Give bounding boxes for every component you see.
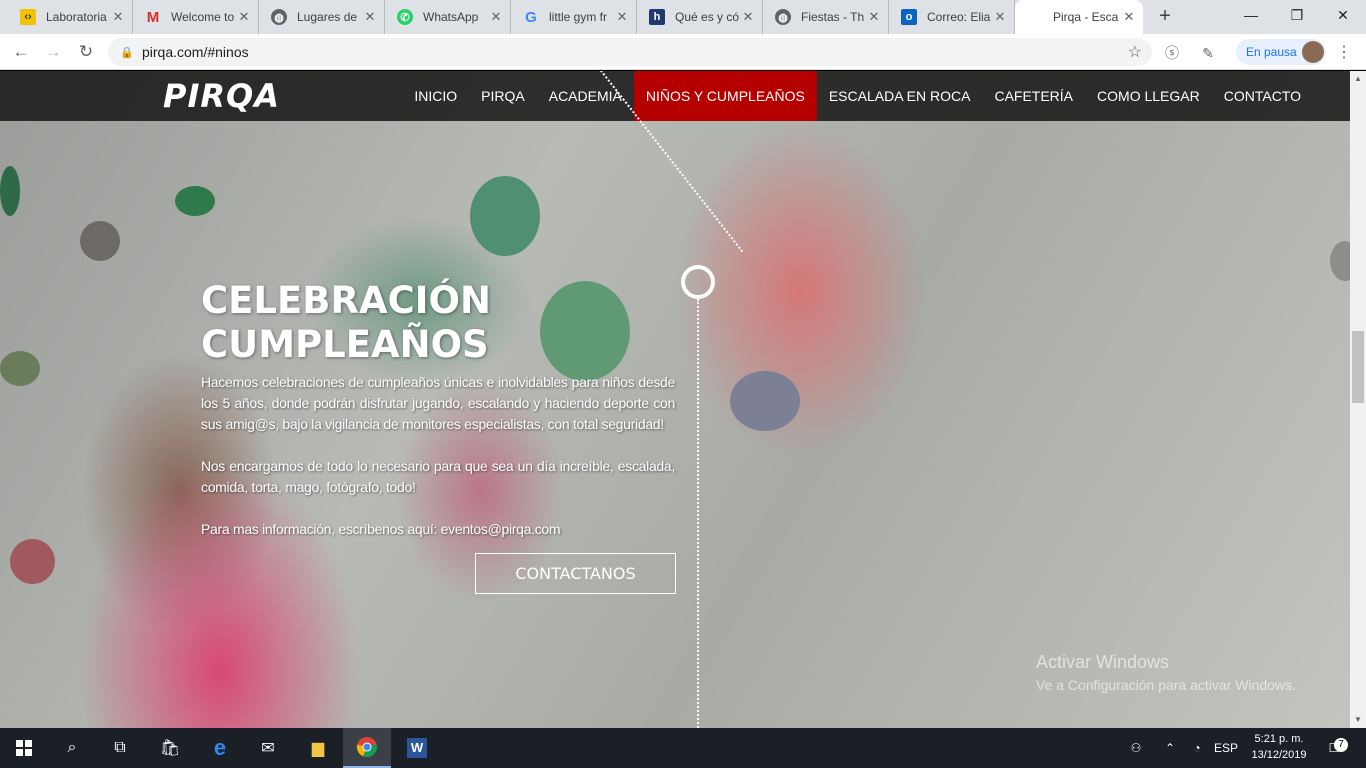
nav-ninos-cumpleanos[interactable]: NIÑOS Y CUMPLEAÑOS	[633, 71, 817, 121]
close-tab-icon[interactable]: ✕	[488, 9, 504, 25]
extension-icon[interactable]: ✎	[1198, 43, 1218, 63]
browser-tab[interactable]: ‹› Laboratoria ✕	[8, 0, 133, 34]
climbing-hold	[175, 186, 215, 216]
climbing-hold	[730, 371, 800, 431]
timeline-dotted-line	[697, 299, 699, 728]
close-tab-icon[interactable]: ✕	[110, 9, 126, 25]
nav-inicio[interactable]: INICIO	[402, 71, 469, 121]
back-arrow-icon[interactable]: ←	[9, 40, 33, 64]
page-viewport: PIRQA INICIO PIRQA ACADEMIA NIÑOS Y CUMP…	[0, 71, 1350, 728]
close-tab-icon[interactable]: ✕	[740, 9, 756, 25]
nav-cafeteria[interactable]: CAFETERÍA	[982, 71, 1085, 121]
lock-icon: 🔒	[120, 46, 134, 59]
google-icon: G	[525, 8, 537, 26]
scroll-down-icon[interactable]: ▼	[1350, 712, 1366, 728]
climbing-hold	[1330, 241, 1350, 281]
forward-arrow-icon[interactable]: →	[41, 40, 65, 64]
url-text[interactable]: pirqa.com/#ninos	[142, 44, 249, 60]
file-explorer-icon[interactable]: ▆	[294, 728, 342, 768]
minimize-button[interactable]: —	[1228, 0, 1274, 30]
hero-description: Hacemos celebraciones de cumpleaños únic…	[201, 372, 675, 561]
edge-icon[interactable]: e	[196, 728, 244, 768]
globe-icon: ◍	[775, 9, 791, 25]
page-scrollbar[interactable]: ▲ ▼	[1350, 71, 1366, 728]
chrome-icon[interactable]	[343, 728, 391, 768]
reload-icon[interactable]: ↻	[74, 40, 98, 64]
nav-pirqa[interactable]: PIRQA	[469, 71, 537, 121]
scroll-up-icon[interactable]: ▲	[1350, 71, 1366, 87]
gmail-icon: M	[146, 8, 160, 26]
notification-count-badge: 7	[1334, 738, 1348, 752]
site-logo[interactable]: PIRQA	[163, 77, 280, 115]
menu-kebab-icon[interactable]: ⋮	[1336, 42, 1352, 62]
laboratoria-icon: ‹›	[20, 9, 36, 25]
browser-tab[interactable]: h Qué es y có ✕	[637, 0, 763, 34]
hero-paragraph: Nos encargamos de todo lo necesario para…	[201, 458, 675, 495]
language-indicator[interactable]: ESP	[1214, 728, 1238, 768]
globe-icon: ◍	[271, 9, 287, 25]
windows-start-icon[interactable]	[0, 728, 48, 768]
people-icon[interactable]: ⚇	[1126, 728, 1146, 768]
climbing-hold	[80, 221, 120, 261]
browser-tab[interactable]: ◍ Fiestas - Th ✕	[763, 0, 889, 34]
search-icon[interactable]: ⌕	[48, 728, 96, 768]
word-icon[interactable]: W	[393, 728, 441, 768]
close-tab-icon[interactable]: ✕	[614, 9, 630, 25]
close-tab-icon[interactable]: ✕	[236, 9, 252, 25]
wifi-icon[interactable]: ◔	[1188, 728, 1206, 768]
climbing-hold	[0, 351, 40, 386]
mail-icon[interactable]: ✉	[244, 728, 292, 768]
nav-escalada-en-roca[interactable]: ESCALADA EN ROCA	[817, 71, 983, 121]
browser-tab[interactable]: Glittle gym fr ✕	[511, 0, 637, 34]
whatsapp-icon: ✆	[397, 9, 413, 25]
close-tab-icon[interactable]: ✕	[362, 9, 378, 25]
page-icon	[1027, 9, 1043, 25]
tray-chevron-icon[interactable]: ⌃	[1162, 728, 1178, 768]
windows-taskbar: ⌕ ⧉ 🛍 e ✉ ▆ W ⚇ ⌃ ◔ ESP 5:21 p. m. 13/12…	[0, 728, 1366, 768]
climbing-hold	[10, 539, 55, 584]
address-bar[interactable]: 🔒 pirqa.com/#ninos ☆	[108, 38, 1152, 66]
close-tab-icon[interactable]: ✕	[866, 9, 882, 25]
close-window-button[interactable]: ✕	[1320, 0, 1366, 30]
avatar	[1302, 41, 1324, 63]
h-icon: h	[649, 9, 665, 25]
bookmark-star-icon[interactable]: ☆	[1128, 42, 1142, 62]
windows-activation-watermark: Activar Windows Ve a Configuración para …	[1036, 652, 1296, 693]
hero-contact-line: Para mas información, escríbenos aquí: e…	[201, 521, 561, 537]
main-nav: INICIO PIRQA ACADEMIA NIÑOS Y CUMPLEAÑOS…	[402, 71, 1313, 121]
store-icon[interactable]: 🛍	[146, 728, 194, 768]
new-tab-button[interactable]: +	[1153, 5, 1177, 29]
climbing-hold	[0, 166, 20, 216]
outlook-icon: o	[901, 9, 917, 25]
climbing-hold	[540, 281, 630, 381]
nav-como-llegar[interactable]: COMO LLEGAR	[1085, 71, 1212, 121]
close-tab-icon[interactable]: ✕	[992, 9, 1008, 25]
contactanos-button[interactable]: CONTACTANOS	[475, 553, 676, 594]
hero-paragraph: Hacemos celebraciones de cumpleaños únic…	[201, 374, 675, 432]
browser-tab-strip: ‹› Laboratoria ✕ M Welcome to ✕ ◍ Lugares de ✕…	[0, 0, 1366, 34]
browser-tab[interactable]: o Correo: Elia ✕	[889, 0, 1015, 34]
site-navbar: PIRQA INICIO PIRQA ACADEMIA NIÑOS Y CUMP…	[0, 71, 1350, 121]
profile-button[interactable]: En pausa	[1236, 39, 1326, 65]
nav-contacto[interactable]: CONTACTO	[1212, 71, 1313, 121]
browser-tab[interactable]: ◍ Lugares de ✕	[259, 0, 385, 34]
close-tab-icon[interactable]: ✕	[1121, 9, 1137, 25]
skype-icon[interactable]: ⓢ	[1162, 43, 1182, 63]
hero-title: CELEBRACIÓN CUMPLEAÑOS	[201, 279, 491, 366]
maximize-button[interactable]: ❐	[1274, 0, 1320, 30]
climbing-hold	[470, 176, 540, 256]
browser-tab[interactable]: ✆ WhatsApp ✕	[385, 0, 511, 34]
timeline-marker-icon	[681, 265, 715, 299]
browser-tab[interactable]: M Welcome to ✕	[133, 0, 259, 34]
task-view-icon[interactable]: ⧉	[96, 728, 144, 768]
taskbar-clock[interactable]: 5:21 p. m. 13/12/2019	[1248, 731, 1310, 763]
browser-tab-active[interactable]: Pirqa - Esca ✕	[1015, 0, 1143, 34]
browser-toolbar: ← → ↻ 🔒 pirqa.com/#ninos ☆ ⓢ ✎ En pausa …	[0, 34, 1366, 70]
scrollbar-thumb[interactable]	[1352, 331, 1364, 403]
